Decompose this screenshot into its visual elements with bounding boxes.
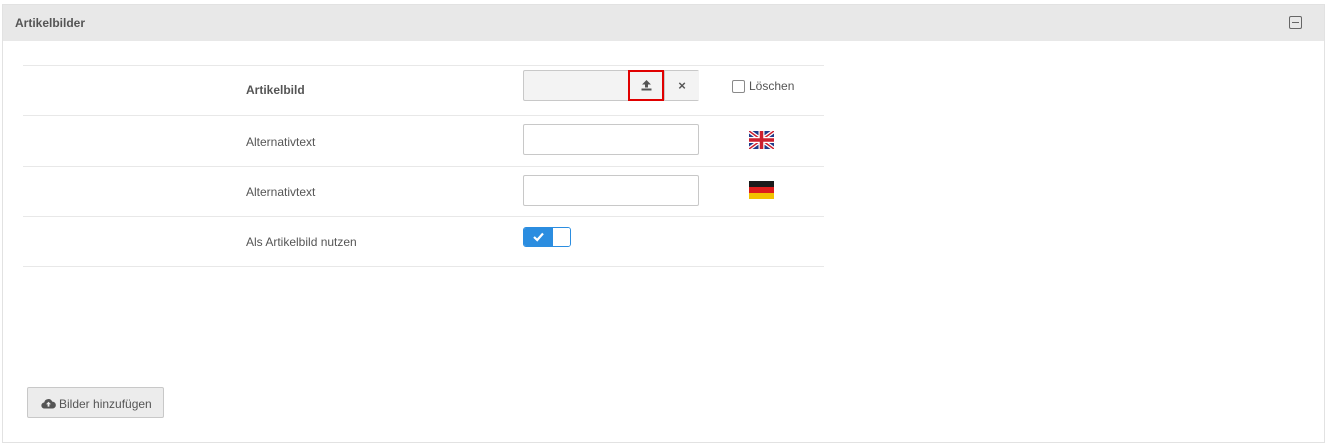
add-images-label: Bilder hinzufügen xyxy=(59,397,152,411)
delete-checkbox[interactable] xyxy=(732,80,745,93)
row-divider xyxy=(23,266,824,267)
uk-flag-icon xyxy=(749,131,774,149)
toggle-on-segment xyxy=(524,228,553,246)
alt-text-en-label: Alternativtext xyxy=(246,135,316,149)
upload-icon xyxy=(641,80,652,91)
remove-file-button[interactable]: × xyxy=(664,71,699,100)
row-divider xyxy=(23,216,824,217)
alt-text-de-label: Alternativtext xyxy=(246,185,316,199)
delete-label: Löschen xyxy=(749,79,795,93)
upload-button[interactable] xyxy=(628,70,664,101)
panel-header: Artikelbilder xyxy=(3,5,1324,41)
toggle-knob xyxy=(553,228,570,246)
row-divider xyxy=(23,115,824,116)
row-divider xyxy=(23,65,824,66)
german-flag-icon xyxy=(749,181,774,199)
use-as-article-image-toggle[interactable] xyxy=(523,227,571,247)
check-icon xyxy=(533,232,544,242)
cloud-upload-icon xyxy=(41,399,56,409)
minus-square-icon[interactable] xyxy=(1289,16,1302,29)
file-name-display[interactable] xyxy=(524,71,628,100)
image-file-field[interactable]: × xyxy=(523,70,699,101)
panel-title: Artikelbilder xyxy=(15,16,86,30)
row-divider xyxy=(23,166,824,167)
alt-text-de-input[interactable] xyxy=(523,175,699,206)
article-image-label: Artikelbild xyxy=(246,83,305,97)
use-as-article-image-label: Als Artikelbild nutzen xyxy=(246,235,357,249)
add-images-button[interactable]: Bilder hinzufügen xyxy=(27,387,164,418)
alt-text-en-input[interactable] xyxy=(523,124,699,155)
